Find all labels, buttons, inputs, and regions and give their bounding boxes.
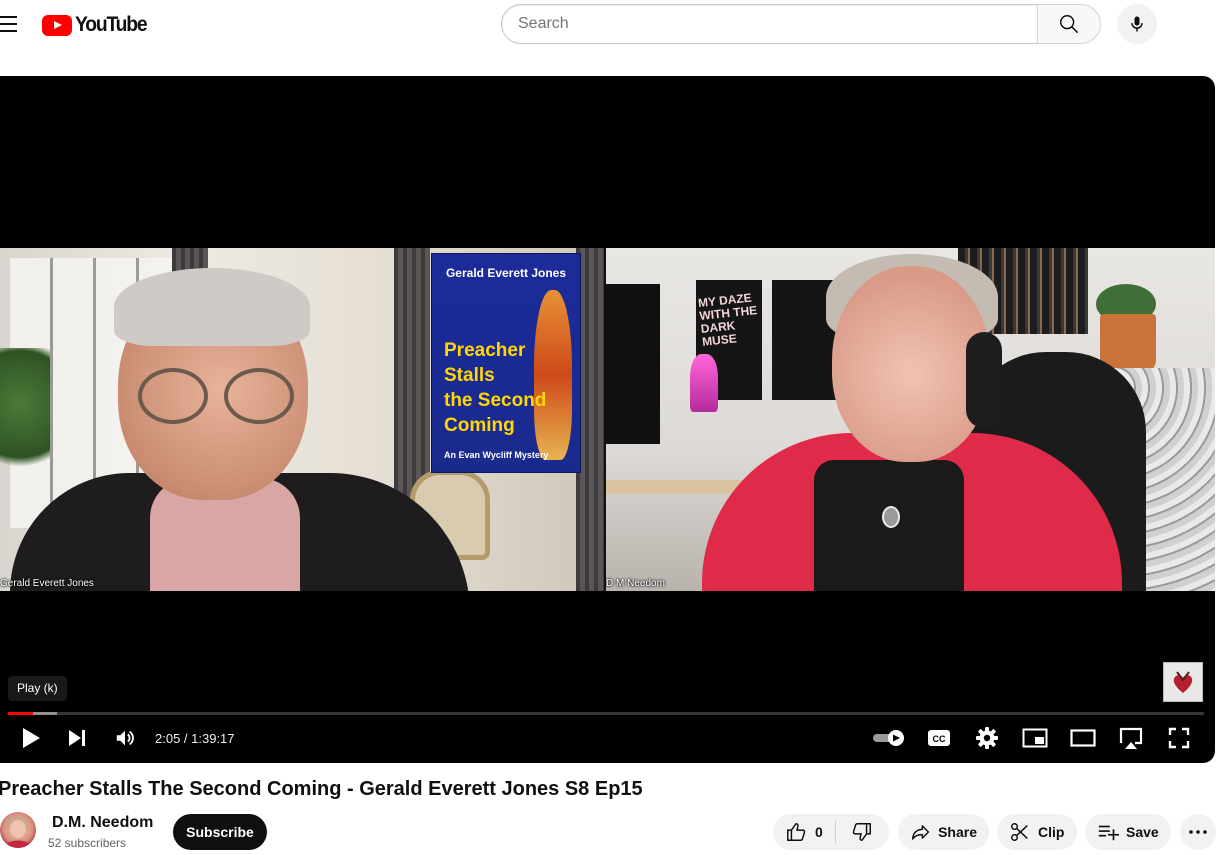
thumbs-down-icon bbox=[852, 823, 871, 841]
youtube-play-logo-icon bbox=[42, 14, 72, 36]
closed-captions-icon: CC bbox=[928, 730, 950, 746]
cast-button[interactable] bbox=[1117, 724, 1145, 752]
next-button[interactable] bbox=[63, 724, 91, 752]
cast-icon bbox=[1119, 727, 1143, 749]
miniplayer-button[interactable] bbox=[1021, 724, 1049, 752]
subtitles-button[interactable]: CC bbox=[925, 724, 953, 752]
hamburger-menu-icon bbox=[0, 16, 17, 18]
like-button[interactable]: 0 bbox=[773, 814, 835, 850]
thumbs-up-icon bbox=[787, 823, 806, 841]
search-box bbox=[501, 4, 1101, 44]
play-icon bbox=[23, 728, 40, 748]
svg-text:CC: CC bbox=[933, 734, 946, 744]
progress-bar[interactable] bbox=[8, 712, 1204, 715]
search-button[interactable] bbox=[1037, 4, 1101, 44]
fullscreen-icon bbox=[1168, 727, 1190, 749]
channel-watermark[interactable] bbox=[1163, 662, 1203, 702]
playlist-add-icon bbox=[1098, 825, 1119, 841]
book-cover: Gerald Everett Jones Preacher Stalls the… bbox=[432, 254, 580, 472]
dislike-button[interactable] bbox=[836, 814, 888, 850]
more-actions-button[interactable] bbox=[1180, 814, 1216, 850]
autoplay-toggle[interactable] bbox=[871, 724, 907, 752]
subscribe-button[interactable]: Subscribe bbox=[173, 814, 267, 850]
play-tooltip: Play (k) bbox=[8, 676, 67, 701]
settings-button[interactable] bbox=[973, 724, 1001, 752]
share-button[interactable]: Share bbox=[898, 814, 989, 850]
next-icon bbox=[69, 730, 85, 746]
guide-menu-button[interactable] bbox=[0, 14, 18, 34]
save-label: Save bbox=[1126, 824, 1159, 840]
subscriber-count: 52 subscribers bbox=[48, 836, 127, 850]
theater-mode-icon bbox=[1070, 729, 1096, 747]
time-display: 2:05 / 1:39:17 bbox=[155, 731, 235, 746]
play-button[interactable] bbox=[17, 724, 45, 752]
video-player[interactable]: Gerald Everett Jones Preacher Stalls the… bbox=[0, 76, 1215, 763]
left-participant-name: Gerald Everett Jones bbox=[0, 578, 94, 589]
progress-played bbox=[8, 712, 34, 715]
scissors-icon bbox=[1011, 823, 1028, 841]
video-pane-left: Gerald Everett Jones Preacher Stalls the… bbox=[0, 248, 604, 591]
fullscreen-button[interactable] bbox=[1165, 724, 1193, 752]
volume-icon bbox=[116, 730, 134, 746]
video-title: Preacher Stalls The Second Coming - Gera… bbox=[0, 778, 643, 800]
channel-name[interactable]: D.M. Needom bbox=[52, 814, 153, 832]
video-frame[interactable]: Gerald Everett Jones Preacher Stalls the… bbox=[0, 248, 1215, 591]
search-icon bbox=[1060, 15, 1078, 33]
channel-watermark-icon bbox=[1173, 671, 1193, 693]
mute-button[interactable] bbox=[111, 724, 139, 752]
book-subtitle: An Evan Wycliff Mystery bbox=[444, 450, 549, 460]
theater-mode-button[interactable] bbox=[1069, 724, 1097, 752]
youtube-logo-text: YouTube bbox=[75, 13, 148, 36]
search-input[interactable] bbox=[501, 4, 1037, 44]
avatar-image bbox=[4, 816, 32, 848]
share-label: Share bbox=[938, 824, 977, 840]
book-title: Preacher Stalls the Second Coming bbox=[444, 340, 547, 436]
book-author: Gerald Everett Jones bbox=[445, 266, 567, 280]
clip-label: Clip bbox=[1038, 824, 1065, 840]
player-controls: 2:05 / 1:39:17 CC bbox=[0, 720, 1215, 756]
voice-search-button[interactable] bbox=[1117, 4, 1157, 44]
share-arrow-icon bbox=[911, 825, 930, 840]
video-pane-right: MY DAZE WITH THE DARK MUSE D M Needom bbox=[606, 248, 1215, 591]
youtube-logo[interactable]: YouTube bbox=[42, 13, 153, 37]
clip-button[interactable]: Clip bbox=[997, 814, 1077, 850]
more-horizontal-icon bbox=[1189, 830, 1207, 834]
miniplayer-icon bbox=[1022, 728, 1048, 748]
save-button[interactable]: Save bbox=[1085, 814, 1171, 850]
like-count: 0 bbox=[815, 824, 823, 840]
settings-gear-icon bbox=[976, 727, 998, 749]
right-participant-name: D M Needom bbox=[606, 578, 665, 589]
microphone-icon bbox=[1131, 16, 1143, 32]
like-dislike-group: 0 bbox=[773, 814, 889, 850]
autoplay-toggle-icon bbox=[873, 730, 904, 746]
channel-avatar[interactable] bbox=[0, 812, 36, 848]
masthead: YouTube bbox=[0, 0, 1219, 56]
